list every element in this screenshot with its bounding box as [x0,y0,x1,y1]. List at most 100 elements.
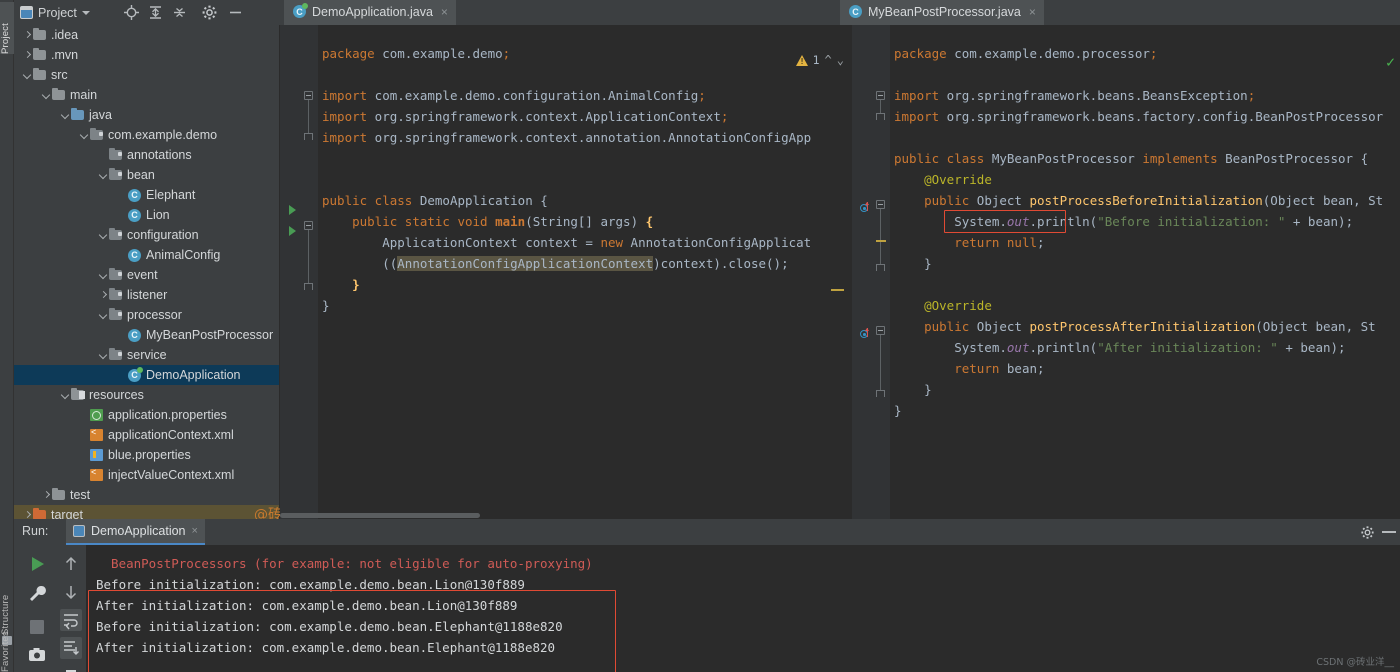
tree-item-bean[interactable]: bean [14,165,279,185]
tree-item-listener[interactable]: listener [14,285,279,305]
tree-item-src[interactable]: src [14,65,279,85]
gear-icon[interactable] [1360,525,1375,540]
fold-region-line [880,200,881,265]
stop-button[interactable] [27,617,49,639]
minimize-icon[interactable] [1382,531,1396,533]
fold-collapse-icon[interactable] [304,221,313,230]
tree-item-elephant[interactable]: C Elephant [14,185,279,205]
collapse-all-icon[interactable] [171,4,188,21]
rail-button-structure[interactable]: Structure [0,573,14,635]
chevron-down-icon[interactable] [79,130,90,141]
minimize-icon[interactable] [227,4,244,21]
code-line: return null; [894,232,1044,253]
chevron-down-icon[interactable] [98,270,109,281]
chevron-down-icon[interactable] [41,90,52,101]
inspection-status[interactable]: 1 ^ ⌄ [795,53,844,67]
tree-item-target[interactable]: target [14,505,279,519]
code-token: implements [1142,151,1218,166]
fold-end-icon [304,283,313,290]
fold-collapse-icon[interactable] [876,91,885,100]
tree-item-applicationcontext-xml[interactable]: applicationContext.xml [14,425,279,445]
close-icon[interactable]: × [1029,6,1036,18]
tree-item-mybeanpostprocessor[interactable]: C MyBeanPostProcessor [14,325,279,345]
tree-item-label: annotations [127,148,192,162]
chevron-down-icon[interactable] [81,10,90,15]
rail-button-project[interactable]: Project [0,2,14,54]
inspection-ok-check-icon[interactable]: ✓ [1386,53,1395,71]
rail-button-favorites[interactable]: Favorites [0,631,14,672]
chevron-down-icon[interactable]: ⌄ [837,53,844,67]
chevron-right-icon[interactable] [22,510,33,520]
run-tab-demoapplication[interactable]: DemoApplication × [66,519,205,545]
code-content[interactable]: package com.example.demo.processor; impor… [890,25,1400,519]
editor-horizontal-scrollbar[interactable] [280,513,480,518]
tree-item-animalconfig[interactable]: C AnimalConfig [14,245,279,265]
java-runnable-class-icon: C [128,366,143,382]
tree-item-injectvaluecontext-xml[interactable]: injectValueContext.xml [14,465,279,485]
run-class-gutter-icon[interactable] [289,205,296,215]
code-content[interactable]: package com.example.demo; import com.exam… [318,25,852,519]
chevron-down-icon[interactable] [60,110,71,121]
camera-icon[interactable] [27,645,49,667]
run-method-gutter-icon[interactable] [289,226,296,236]
editor-gutter[interactable] [280,25,318,519]
expand-all-icon[interactable] [147,4,164,21]
rerun-button[interactable] [26,553,48,575]
locate-icon[interactable] [123,4,140,21]
chevron-right-icon[interactable] [22,30,33,41]
arrow-down-icon[interactable] [60,581,82,603]
tree-item-java[interactable]: java [14,105,279,125]
code-line: @Override [894,169,992,190]
chevron-right-icon[interactable] [98,290,109,301]
close-icon[interactable]: × [441,6,448,18]
package-icon [109,348,123,361]
override-method-gutter-icon[interactable] [860,202,871,213]
chevron-up-icon[interactable]: ^ [825,53,832,67]
arrow-up-icon[interactable] [60,553,82,575]
gear-icon[interactable] [201,4,218,21]
tree-item-lion[interactable]: C Lion [14,205,279,225]
fold-collapse-icon[interactable] [876,200,885,209]
code-token: package [322,46,375,61]
tree-item--mvn[interactable]: .mvn [14,45,279,65]
chevron-down-icon[interactable] [98,170,109,181]
scroll-to-end-icon[interactable] [60,637,82,659]
tab-demoapplication[interactable]: C DemoApplication.java × [284,0,456,25]
tree-item-event[interactable]: event [14,265,279,285]
chevron-down-icon[interactable] [22,70,33,81]
tree-item-test[interactable]: test [14,485,279,505]
soft-wrap-icon[interactable] [60,609,82,631]
chevron-down-icon[interactable] [98,310,109,321]
chevron-down-icon[interactable] [60,390,71,401]
tree-item-com-example-demo[interactable]: com.example.demo [14,125,279,145]
no-arrow-spacer [117,330,128,341]
fold-collapse-icon[interactable] [304,91,313,100]
fold-collapse-icon[interactable] [876,326,885,335]
code-token: ; [720,109,729,124]
code-token: org.springframework.context.annotation.A… [367,130,812,145]
tree-item-demoapplication[interactable]: C DemoApplication [14,365,279,385]
editor-gutter[interactable] [852,25,890,519]
tree-item-processor[interactable]: processor [14,305,279,325]
tree-item-application-properties[interactable]: application.properties [14,405,279,425]
printer-icon[interactable] [60,667,82,672]
chevron-down-icon[interactable] [98,230,109,241]
tree-item-service[interactable]: service [14,345,279,365]
chevron-right-icon[interactable] [41,490,52,501]
chevron-down-icon[interactable] [98,350,109,361]
tree-item-annotations[interactable]: annotations [14,145,279,165]
tree-item--idea[interactable]: .idea [14,25,279,45]
project-tree[interactable]: .idea .mvn src main java com.example.demo anno… [14,25,280,519]
close-icon[interactable]: × [192,525,198,537]
tree-item-resources[interactable]: resources [14,385,279,405]
tab-mybeanpostprocessor[interactable]: C MyBeanPostProcessor.java × [840,0,1044,25]
resources-folder-icon [71,388,85,401]
tree-item-configuration[interactable]: configuration [14,225,279,245]
editor-mybeanpostprocessor[interactable]: package com.example.demo.processor; impor… [852,25,1400,519]
tree-item-main[interactable]: main [14,85,279,105]
tree-item-blue-properties[interactable]: blue.properties [14,445,279,465]
editor-demoapplication[interactable]: package com.example.demo; import com.exam… [280,25,852,519]
chevron-right-icon[interactable] [22,50,33,61]
wrench-icon[interactable] [26,583,48,605]
override-method-gutter-icon[interactable] [860,328,871,339]
